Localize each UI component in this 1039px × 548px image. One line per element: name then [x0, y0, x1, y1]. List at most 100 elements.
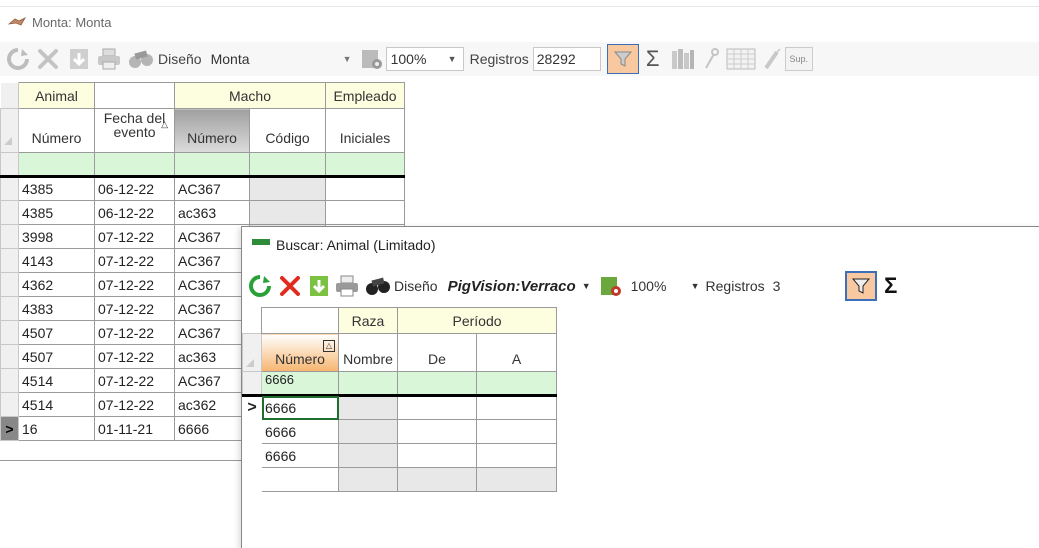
cell-a[interactable]	[475, 443, 558, 468]
table-row[interactable]: 4385 06-12-22 AC367	[0, 176, 405, 201]
refresh-icon[interactable]	[246, 274, 274, 298]
cell-animal-numero[interactable]: 4385	[18, 176, 95, 201]
column-header-macho-numero[interactable]: Número	[174, 108, 250, 153]
cell-animal-numero[interactable]: 4362	[18, 272, 95, 297]
cell-nombre[interactable]	[338, 395, 398, 420]
cell-codigo[interactable]	[249, 200, 326, 225]
filter-cell[interactable]	[18, 152, 95, 178]
design-select[interactable]: PigVision:Verraco	[448, 278, 576, 295]
row-header[interactable]	[0, 392, 19, 417]
filter-icon[interactable]	[844, 271, 877, 301]
cell-animal-numero[interactable]: 4514	[18, 392, 95, 417]
save-icon[interactable]	[64, 47, 94, 71]
cell-nombre[interactable]	[338, 419, 398, 444]
table-row[interactable]: >6666	[242, 395, 558, 420]
cell-macho-numero[interactable]: ac363	[174, 344, 250, 369]
cell-a[interactable]	[475, 395, 558, 420]
filter-cell-numero[interactable]: 6666	[261, 371, 339, 397]
filter-icon[interactable]	[606, 44, 639, 74]
filter-cell[interactable]	[94, 152, 175, 178]
row-header[interactable]	[0, 176, 19, 201]
cell-macho-numero[interactable]: AC367	[174, 224, 250, 249]
cell-fecha[interactable]: 07-12-22	[94, 368, 175, 393]
row-header[interactable]	[0, 224, 19, 249]
design-select[interactable]: Monta ▼	[205, 47, 358, 71]
cell-nombre[interactable]	[338, 443, 398, 468]
cell-animal-numero[interactable]: 4383	[18, 296, 95, 321]
design-settings-icon[interactable]	[595, 274, 627, 298]
column-header-nombre[interactable]: Nombre	[338, 333, 398, 372]
row-header[interactable]	[242, 443, 262, 468]
cell-fecha[interactable]: 07-12-22	[94, 296, 175, 321]
cell-numero[interactable]: 6666	[261, 419, 339, 444]
cell-macho-numero[interactable]: AC367	[174, 176, 250, 201]
column-header-iniciales[interactable]: Iniciales	[325, 108, 405, 153]
cell-animal-numero[interactable]: 3998	[18, 224, 95, 249]
filter-cell[interactable]	[475, 371, 558, 397]
row-header[interactable]	[0, 272, 19, 297]
cell-macho-numero[interactable]: AC367	[174, 368, 250, 393]
row-header[interactable]	[242, 419, 262, 444]
binoculars-icon[interactable]	[124, 48, 158, 70]
refresh-icon[interactable]	[4, 47, 32, 71]
cell-fecha[interactable]: 07-12-22	[94, 344, 175, 369]
cell-de[interactable]	[397, 419, 477, 444]
cell-animal-numero[interactable]: 4507	[18, 320, 95, 345]
table-row[interactable]: 4385 06-12-22 ac363	[0, 200, 405, 225]
chevron-down-icon[interactable]: ▼	[691, 281, 700, 291]
cell-iniciales[interactable]	[325, 176, 405, 201]
row-header[interactable]	[0, 368, 19, 393]
sum-icon[interactable]: Σ	[877, 273, 905, 299]
cell-animal-numero[interactable]: 4143	[18, 248, 95, 273]
sup-button[interactable]: Sup.	[784, 47, 813, 71]
cell-a[interactable]	[475, 419, 558, 444]
syringe-icon[interactable]	[759, 48, 785, 70]
filter-cell[interactable]	[397, 371, 477, 397]
cell-codigo[interactable]	[249, 176, 326, 201]
cell-macho-numero[interactable]: AC367	[174, 296, 250, 321]
filter-cell[interactable]	[325, 152, 405, 178]
cell-macho-numero[interactable]: AC367	[174, 320, 250, 345]
cell-de[interactable]	[397, 443, 477, 468]
zoom-select[interactable]: 100% ▼	[385, 47, 464, 71]
filter-cell[interactable]	[174, 152, 250, 178]
cell-numero[interactable]: 6666	[261, 443, 339, 468]
table-row[interactable]: 6666	[242, 419, 558, 444]
row-header[interactable]	[0, 320, 19, 345]
cell-macho-numero[interactable]: ac362	[174, 392, 250, 417]
delete-icon[interactable]	[274, 274, 306, 298]
column-header-de[interactable]: De	[397, 333, 477, 372]
cell-fecha[interactable]: 06-12-22	[94, 200, 175, 225]
calendar-icon[interactable]	[723, 48, 759, 70]
column-header-numero[interactable]: Número △	[261, 333, 339, 372]
column-header-codigo[interactable]: Código	[249, 108, 326, 153]
save-icon[interactable]	[306, 274, 332, 298]
current-row-marker[interactable]: >	[242, 395, 262, 420]
cell-fecha[interactable]: 06-12-22	[94, 176, 175, 201]
column-header-animal-numero[interactable]: Número	[18, 108, 95, 153]
row-header[interactable]	[0, 200, 19, 225]
zoom-value[interactable]: 100%	[631, 278, 691, 294]
cell-animal-numero[interactable]: 4385	[18, 200, 95, 225]
sum-icon[interactable]: Σ	[639, 46, 667, 72]
cell-fecha[interactable]: 01-11-21	[94, 416, 175, 441]
row-header[interactable]	[0, 248, 19, 273]
row-header[interactable]	[0, 296, 19, 321]
cell-macho-numero[interactable]: ac363	[174, 200, 250, 225]
cell-fecha[interactable]: 07-12-22	[94, 224, 175, 249]
cell-animal-numero[interactable]: 4507	[18, 344, 95, 369]
filter-cell[interactable]	[338, 371, 398, 397]
cell-numero[interactable]: 6666	[261, 395, 339, 420]
chevron-down-icon[interactable]: ▼	[582, 281, 591, 291]
cell-fecha[interactable]: 07-12-22	[94, 320, 175, 345]
print-icon[interactable]	[94, 48, 124, 70]
row-header[interactable]	[0, 344, 19, 369]
cell-fecha[interactable]: 07-12-22	[94, 392, 175, 417]
cell-fecha[interactable]: 07-12-22	[94, 248, 175, 273]
column-header-fecha[interactable]: Fecha del evento △	[94, 108, 175, 153]
cell-macho-numero[interactable]: 6666	[174, 416, 250, 441]
cell-fecha[interactable]: 07-12-22	[94, 272, 175, 297]
design-settings-icon[interactable]	[358, 47, 386, 71]
cell-de[interactable]	[397, 395, 477, 420]
column-header-a[interactable]: A	[475, 333, 558, 372]
